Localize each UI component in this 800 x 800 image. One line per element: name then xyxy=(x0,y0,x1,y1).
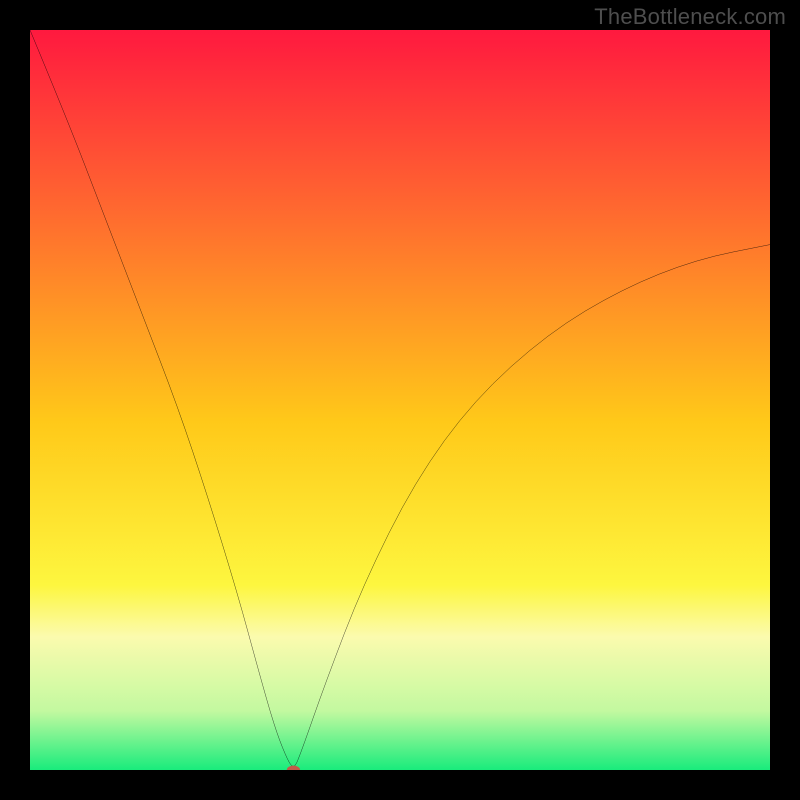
plot-background xyxy=(30,30,770,770)
bottleneck-chart xyxy=(30,30,770,770)
watermark-text: TheBottleneck.com xyxy=(594,4,786,30)
chart-frame: TheBottleneck.com xyxy=(0,0,800,800)
